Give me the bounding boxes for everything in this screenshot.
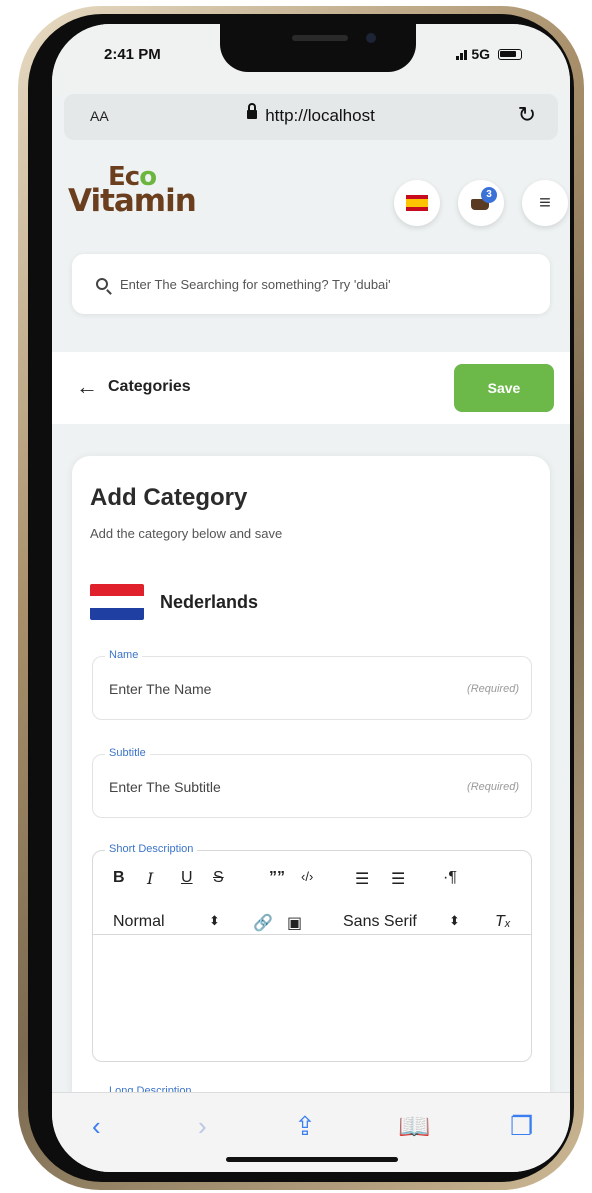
- signal-icon: [456, 49, 468, 60]
- forward-icon[interactable]: ›: [198, 1111, 207, 1142]
- front-camera: [366, 33, 376, 43]
- battery-icon: [498, 48, 522, 60]
- hamburger-icon: ≡: [539, 192, 551, 214]
- text-direction-button[interactable]: ·¶: [443, 869, 457, 887]
- font-select-arrows-icon: ⬍: [449, 913, 460, 928]
- short-description-label: Short Description: [105, 843, 198, 855]
- editor-toolbar: B I U S ”” ‹/› ☰ ☰ ·¶ Normal ⬍ 🔗 ▣ Sans …: [93, 865, 531, 935]
- notch: [220, 24, 416, 72]
- address-bar[interactable]: AA http://localhost ↻: [64, 94, 558, 140]
- phone-bezel: 2:41 PM 5G AA http://localhost ↻ Eco Vit…: [28, 14, 574, 1182]
- underline-button[interactable]: U: [181, 869, 193, 887]
- cart-icon: 3: [471, 187, 497, 211]
- logo-line2: Vitamin: [68, 183, 197, 219]
- strikethrough-button[interactable]: S: [213, 869, 224, 887]
- lock-icon: [247, 103, 258, 120]
- page-toolbar: ← Categories Save: [52, 352, 570, 424]
- save-button[interactable]: Save: [454, 364, 554, 412]
- menu-button[interactable]: ≡: [522, 180, 568, 226]
- name-required-hint: (Required): [467, 683, 519, 695]
- cart-button[interactable]: 3: [458, 180, 504, 226]
- short-description-editor[interactable]: Short Description B I U S ”” ‹/› ☰ ☰ ·¶ …: [92, 843, 532, 1062]
- network-label: 5G: [471, 46, 490, 62]
- status-network: 5G: [456, 46, 522, 62]
- name-label: Name: [105, 649, 143, 661]
- font-family-select[interactable]: Sans Serif: [343, 913, 417, 931]
- search-input[interactable]: Enter The Searching for something? Try '…: [120, 277, 391, 292]
- url-display[interactable]: http://localhost: [64, 103, 558, 126]
- bookmarks-icon[interactable]: 📖: [398, 1111, 430, 1142]
- search-bar[interactable]: Enter The Searching for something? Try '…: [72, 254, 550, 314]
- home-indicator: [226, 1157, 398, 1162]
- clear-format-button[interactable]: Tₓ: [495, 913, 511, 931]
- eco-vitamin-logo[interactable]: Eco Vitamin: [68, 164, 197, 219]
- url-text: http://localhost: [265, 106, 375, 125]
- font-size-select[interactable]: Normal: [113, 913, 165, 931]
- browser-bottom-bar: ‹ › ⇪ 📖 ❐: [52, 1092, 570, 1172]
- language-button[interactable]: [394, 180, 440, 226]
- page-subtitle: Add the category below and save: [90, 526, 283, 541]
- name-field[interactable]: Name Enter The Name (Required): [92, 649, 532, 720]
- spain-flag-icon: [406, 195, 428, 211]
- netherlands-flag-icon: [90, 584, 144, 620]
- bold-button[interactable]: B: [113, 869, 125, 887]
- search-icon: [96, 278, 108, 290]
- status-time: 2:41 PM: [104, 46, 161, 63]
- blockquote-button[interactable]: ””: [269, 869, 285, 887]
- back-icon[interactable]: ‹: [92, 1111, 101, 1142]
- size-select-arrows-icon: ⬍: [209, 913, 220, 928]
- cart-count-badge: 3: [481, 187, 497, 203]
- tabs-icon[interactable]: ❐: [510, 1111, 533, 1142]
- site-header: Eco Vitamin 3 ≡: [52, 142, 570, 246]
- speaker: [292, 35, 348, 41]
- phone-frame: 2:41 PM 5G AA http://localhost ↻ Eco Vit…: [18, 6, 584, 1190]
- ordered-list-button[interactable]: ☰: [355, 869, 369, 889]
- reload-icon[interactable]: ↻: [518, 102, 536, 128]
- bullet-list-button[interactable]: ☰: [391, 869, 405, 889]
- subtitle-label: Subtitle: [105, 747, 150, 759]
- code-block-button[interactable]: ‹/›: [301, 869, 313, 884]
- language-name: Nederlands: [160, 591, 259, 612]
- italic-button[interactable]: I: [147, 869, 153, 888]
- subtitle-required-hint: (Required): [467, 781, 519, 793]
- page-title: Add Category: [90, 484, 248, 511]
- back-arrow-icon[interactable]: ←: [76, 374, 98, 400]
- subtitle-input[interactable]: Enter The Subtitle: [109, 779, 221, 795]
- add-category-card: Add Category Add the category below and …: [72, 456, 550, 1156]
- subtitle-field[interactable]: Subtitle Enter The Subtitle (Required): [92, 747, 532, 818]
- name-input[interactable]: Enter The Name: [109, 681, 211, 697]
- phone-screen: 2:41 PM 5G AA http://localhost ↻ Eco Vit…: [52, 24, 570, 1172]
- breadcrumb-categories[interactable]: Categories: [108, 378, 191, 396]
- image-icon[interactable]: ▣: [287, 913, 302, 933]
- share-icon[interactable]: ⇪: [294, 1111, 316, 1142]
- language-section: Nederlands: [90, 584, 258, 620]
- link-icon[interactable]: 🔗: [253, 913, 273, 933]
